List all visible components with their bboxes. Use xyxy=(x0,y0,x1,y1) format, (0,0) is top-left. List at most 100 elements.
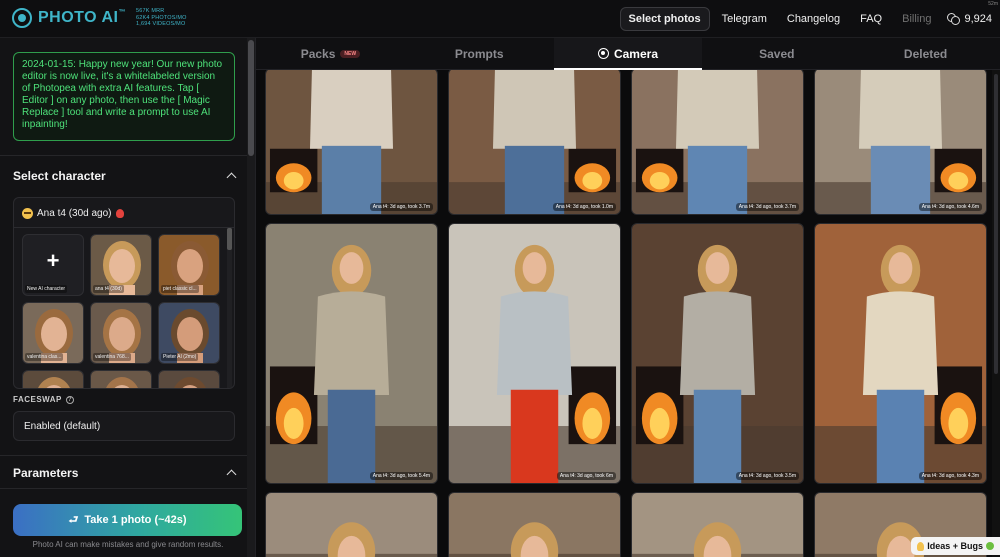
generated-photo xyxy=(449,224,620,483)
new-badge: NEW xyxy=(340,49,361,58)
take-photo-button[interactable]: ⮐ Take 1 photo (~42s) xyxy=(13,504,242,536)
character-tile[interactable]: valentina clas... xyxy=(22,302,84,364)
character-tile[interactable]: piet classic cl... xyxy=(158,234,220,296)
character-tile-label: ana t4 (30d) xyxy=(93,285,124,293)
tab-packs[interactable]: Packs NEW xyxy=(256,38,405,69)
photo-card[interactable]: Ana t4: 3d ago, took 4.6m xyxy=(814,70,987,215)
generated-photo xyxy=(632,493,803,557)
character-portrait xyxy=(91,371,151,388)
face-emoji-icon xyxy=(22,208,33,219)
photo-card[interactable]: Ana t4: 3d ago, took 3.5m xyxy=(631,223,804,484)
divider xyxy=(0,155,248,156)
lightbulb-icon xyxy=(917,541,925,551)
character-tile[interactable] xyxy=(158,370,220,388)
select-character-title[interactable]: Select character xyxy=(13,169,106,183)
sidebar-scrollbar[interactable] xyxy=(247,38,255,557)
corner-tag: 52m xyxy=(988,1,998,7)
tab-deleted[interactable]: Deleted xyxy=(851,38,1000,69)
new-character-label: New AI character xyxy=(25,285,68,293)
photo-card[interactable]: Ana t4: 3d ago, took 5.4m xyxy=(265,223,438,484)
brand-stats: 567K MRR 62K4 PHOTOS/MO 1,694 VIDEOS/MO xyxy=(136,8,187,28)
photo-caption: Ana t4: 3d ago, took 6m xyxy=(556,472,616,480)
tab-camera[interactable]: Camera xyxy=(553,38,703,70)
photo-caption: Ana t4: 3d ago, took 5.4m xyxy=(369,472,433,480)
info-icon[interactable]: ? xyxy=(65,395,74,404)
faceswap-label-text: FACESWAP xyxy=(13,395,62,404)
tab-label: Prompts xyxy=(454,46,504,61)
gallery-tabs: Packs NEW Prompts Camera Saved Deleted xyxy=(256,38,1000,70)
logo[interactable]: PHOTO AI™ 567K MRR 62K4 PHOTOS/MO 1,694 … xyxy=(12,8,187,28)
character-tile-label: valentina clas... xyxy=(25,353,64,361)
take-photo-label: Take 1 photo (~42s) xyxy=(84,514,187,526)
current-character-label: Ana t4 (30d ago) xyxy=(37,208,112,219)
photo-grid: Ana t4: 3d ago, took 3.7m Ana t4: 3d ago,… xyxy=(256,70,1000,557)
camera-shutter-icon xyxy=(597,48,609,59)
photo-card[interactable]: Ana t4: 3d ago, took 3.7m xyxy=(265,70,438,215)
character-grid: + New AI character ana t4 (30d) piet clas… xyxy=(22,234,222,388)
current-character[interactable]: Ana t4 (30d ago) xyxy=(22,208,124,219)
character-tile[interactable] xyxy=(90,370,152,388)
character-portrait xyxy=(23,371,83,388)
character-tile[interactable] xyxy=(22,370,84,388)
generated-photo xyxy=(815,224,986,483)
top-bar: PHOTO AI™ 567K MRR 62K4 PHOTOS/MO 1,694 … xyxy=(0,0,1000,38)
generated-photo xyxy=(266,493,437,557)
credits-counter[interactable]: 9,924 xyxy=(943,13,992,25)
nav-telegram[interactable]: Telegram xyxy=(714,8,775,30)
scroll-thumb[interactable] xyxy=(227,228,232,250)
character-tile[interactable]: valentina 768... xyxy=(90,302,152,364)
chevron-up-icon[interactable] xyxy=(226,172,237,183)
feedback-button[interactable]: Ideas + Bugs xyxy=(911,537,1000,555)
nav-faq[interactable]: FAQ xyxy=(852,8,890,30)
plus-icon: + xyxy=(46,248,60,273)
brand-name: PHOTO AI™ xyxy=(38,9,126,26)
photo-caption: Ana t4: 3d ago, took 4.3m xyxy=(918,472,982,480)
fire-emoji-icon xyxy=(115,209,124,218)
character-scrollbar[interactable] xyxy=(227,228,232,388)
coins-icon xyxy=(947,13,961,25)
character-tile[interactable]: Pieter AI (2mo) xyxy=(158,302,220,364)
divider xyxy=(0,488,248,489)
nav-changelog[interactable]: Changelog xyxy=(779,8,848,30)
photo-card[interactable] xyxy=(265,492,438,557)
character-tile-label: valentina 768... xyxy=(93,353,131,361)
announcement-box: 2024-01-15: Happy new year! Our new phot… xyxy=(13,52,235,141)
tab-label: Camera xyxy=(613,46,658,61)
generated-photo xyxy=(632,224,803,483)
bug-icon xyxy=(986,542,994,550)
character-tile[interactable]: ana t4 (30d) xyxy=(90,234,152,296)
tab-prompts[interactable]: Prompts xyxy=(405,38,554,69)
generated-photo xyxy=(266,224,437,483)
disclaimer: Photo AI can make mistakes and give rand… xyxy=(32,540,224,549)
photo-card[interactable]: Ana t4: 3d ago, took 6m xyxy=(448,223,621,484)
photo-card[interactable]: Ana t4: 3d ago, took 1.0m xyxy=(448,70,621,215)
return-arrow-icon: ⮐ xyxy=(68,513,79,526)
photo-card[interactable] xyxy=(631,492,804,557)
generated-photo xyxy=(815,70,986,214)
tab-label: Saved xyxy=(759,46,795,61)
sidebar: 2024-01-15: Happy new year! Our new phot… xyxy=(0,38,256,557)
character-tile-label: piet classic cl... xyxy=(161,285,199,293)
photo-card[interactable]: Ana t4: 3d ago, took 4.3m xyxy=(814,223,987,484)
scroll-thumb[interactable] xyxy=(248,40,254,156)
top-nav: Select photos Telegram Changelog FAQ Bil… xyxy=(619,7,992,31)
character-picker: Ana t4 (30d ago) + New AI character ana … xyxy=(13,197,235,389)
new-character-button[interactable]: + New AI character xyxy=(22,234,84,296)
chevron-up-icon[interactable] xyxy=(226,469,237,480)
photo-card[interactable]: Ana t4: 3d ago, took 3.7m xyxy=(631,70,804,215)
nav-billing[interactable]: Billing xyxy=(894,8,939,30)
parameters-title[interactable]: Parameters xyxy=(13,466,78,480)
faceswap-select[interactable]: Enabled (default) xyxy=(13,411,235,441)
generated-photo xyxy=(449,70,620,214)
tab-label: Deleted xyxy=(903,46,948,61)
tab-saved[interactable]: Saved xyxy=(702,38,851,69)
photo-card[interactable] xyxy=(448,492,621,557)
scroll-thumb[interactable] xyxy=(994,74,998,374)
generated-photo xyxy=(632,70,803,214)
divider xyxy=(0,455,248,456)
stat-videos: 1,694 VIDEOS/MO xyxy=(135,21,186,28)
photo-caption: Ana t4: 3d ago, took 3.7m xyxy=(735,203,799,211)
nav-select-photos[interactable]: Select photos xyxy=(619,7,710,31)
grid-scrollbar[interactable] xyxy=(992,70,1000,557)
photo-caption: Ana t4: 3d ago, took 4.6m xyxy=(918,203,982,211)
